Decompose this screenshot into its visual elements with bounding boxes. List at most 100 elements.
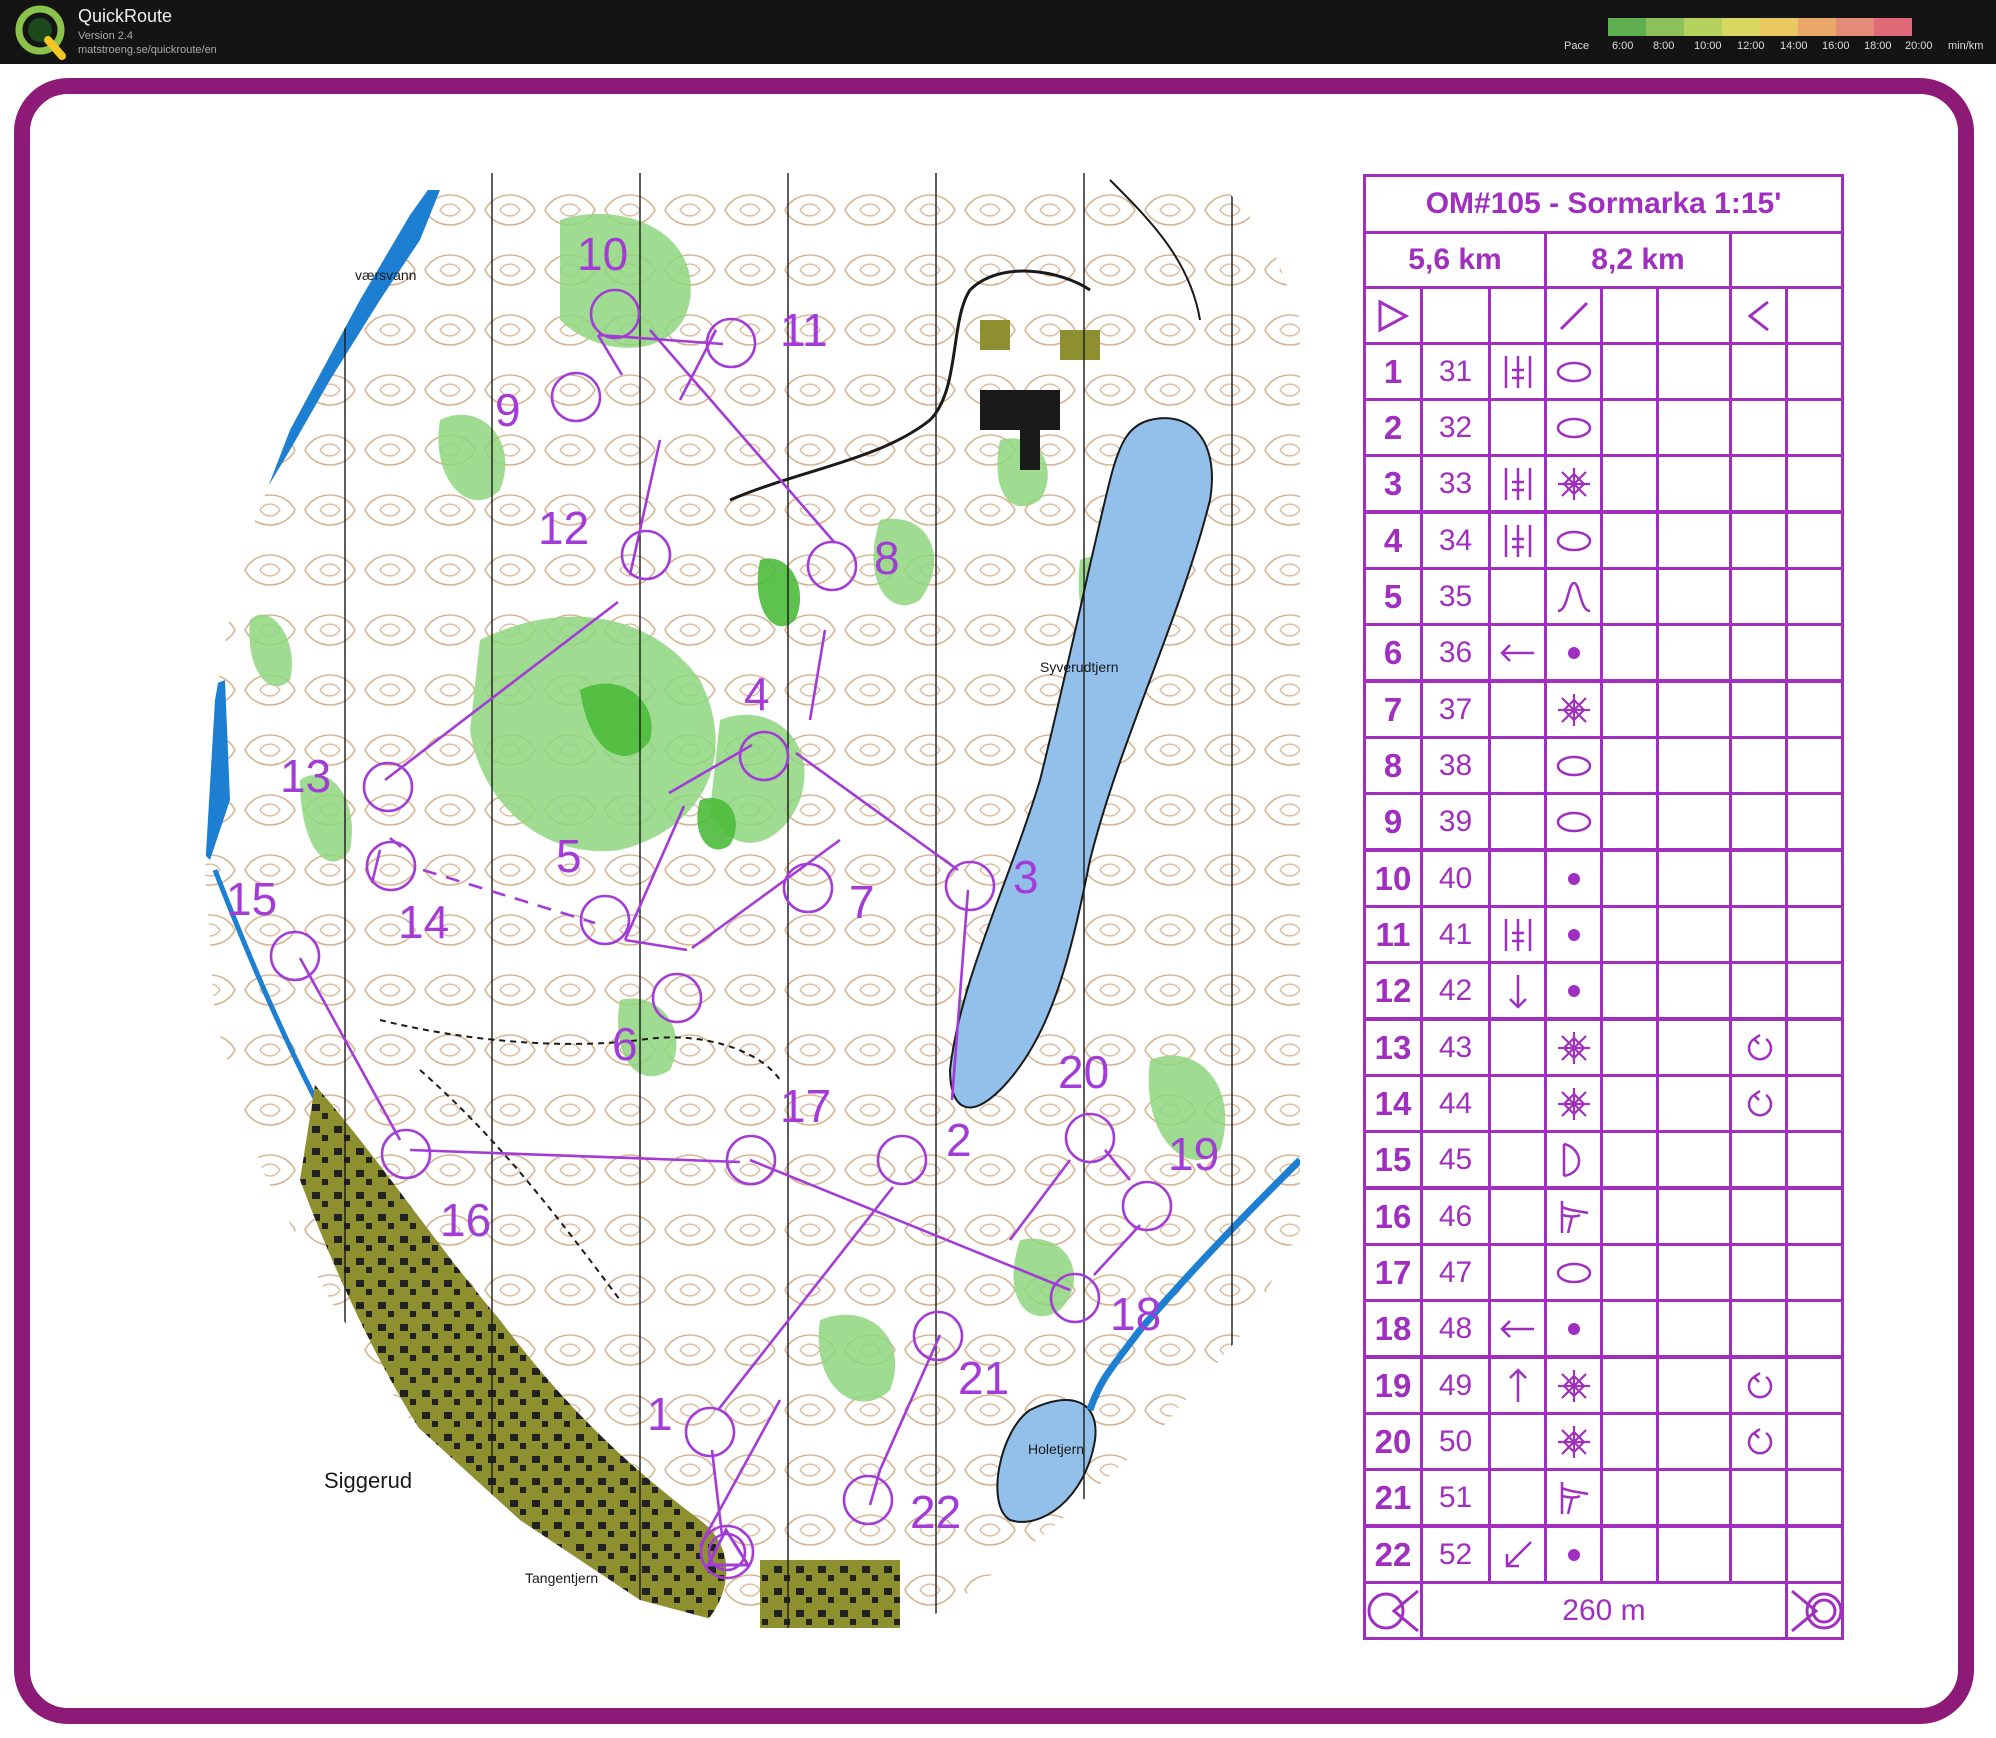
control-number-12: 12	[538, 502, 589, 554]
control-number: 15	[1363, 1130, 1423, 1190]
control-number: 1	[1363, 342, 1423, 401]
course-distance-route: 8,2 km	[1544, 231, 1732, 289]
control-row: 20 50	[1363, 1412, 1845, 1471]
control-code: 52	[1420, 1524, 1491, 1584]
boulder-icon	[1544, 905, 1603, 964]
course-distance-blank	[1728, 231, 1845, 289]
control-number: 9	[1363, 792, 1423, 852]
control-number-2: 2	[946, 1114, 972, 1166]
control-number-5: 5	[556, 830, 582, 882]
control-code: 48	[1420, 1299, 1491, 1359]
boulder-icon	[1544, 623, 1603, 683]
control-row: 7 37	[1363, 679, 1845, 739]
control-number-1: 1	[647, 1388, 673, 1440]
knoll-icon	[1544, 1243, 1603, 1302]
control-number: 7	[1363, 679, 1423, 739]
control-number: 3	[1363, 454, 1423, 514]
control-row: 14 44	[1363, 1074, 1845, 1133]
loop-icon	[1729, 1355, 1788, 1415]
knoll-icon	[1544, 398, 1603, 457]
control-number-15: 15	[226, 873, 277, 925]
control-code: 31	[1420, 342, 1491, 401]
finish-distance: 260 m	[1420, 1581, 1788, 1640]
control-row: 4 34	[1363, 510, 1845, 570]
control-number: 17	[1363, 1243, 1423, 1302]
place-name-holetjern: Holetjern	[1028, 1441, 1084, 1457]
between-features-icon	[1488, 905, 1547, 964]
control-code: 37	[1420, 679, 1491, 739]
place-name-siggerud: Siggerud	[324, 1468, 412, 1493]
control-number-17: 17	[780, 1080, 831, 1132]
control-number-10: 10	[577, 228, 628, 280]
control-number: 16	[1363, 1186, 1423, 1246]
control-number: 5	[1363, 567, 1423, 626]
boulder-icon	[1544, 1299, 1603, 1359]
control-number: 20	[1363, 1412, 1423, 1471]
thicket-icon	[1544, 1355, 1603, 1415]
control-row: 1 31	[1363, 342, 1845, 401]
thicket-icon	[1544, 454, 1603, 514]
control-number-20: 20	[1058, 1046, 1109, 1098]
control-row: 21 51	[1363, 1468, 1845, 1528]
thicket-icon	[1544, 679, 1603, 739]
start-row	[1363, 286, 1845, 345]
finish-double-circle-icon	[1784, 1581, 1845, 1640]
control-code: 46	[1420, 1186, 1491, 1246]
control-number: 12	[1363, 961, 1423, 1021]
control-row: 2 32	[1363, 398, 1845, 457]
control-code: 47	[1420, 1243, 1491, 1302]
control-code: 44	[1420, 1074, 1491, 1133]
place-name-lake-nw: værsvann	[355, 267, 416, 283]
control-row: 12 42	[1363, 961, 1845, 1021]
control-number-3: 3	[1013, 851, 1039, 903]
control-number-22: 22	[910, 1486, 961, 1538]
control-code: 51	[1420, 1468, 1491, 1528]
control-number-13: 13	[280, 750, 331, 802]
control-row: 11 41	[1363, 905, 1845, 964]
control-row: 9 39	[1363, 792, 1845, 852]
start-triangle-icon	[1363, 286, 1423, 345]
control-code: 40	[1420, 848, 1491, 908]
arrow-up-icon	[1488, 1355, 1547, 1415]
control-row: 19 49	[1363, 1355, 1845, 1415]
control-row: 6 36	[1363, 623, 1845, 683]
spur-icon	[1544, 1186, 1603, 1246]
arrow-down-left-icon	[1488, 1524, 1547, 1584]
boulder-icon	[1544, 961, 1603, 1021]
control-code: 49	[1420, 1355, 1491, 1415]
control-row: 22 52	[1363, 1524, 1845, 1584]
control-row: 17 47	[1363, 1243, 1845, 1302]
control-code: 32	[1420, 398, 1491, 457]
knoll-icon	[1544, 342, 1603, 401]
thicket-icon	[1544, 1017, 1603, 1077]
control-code: 33	[1420, 454, 1491, 514]
control-number-7: 7	[849, 876, 875, 928]
control-row: 8 38	[1363, 736, 1845, 795]
course-title: OM#105 - Sormarka 1:15'	[1362, 174, 1845, 234]
between-features-icon	[1488, 510, 1547, 570]
control-description-sheet: OM#105 - Sormarka 1:15' 5,6 km 8,2 km 1 …	[1362, 174, 1845, 1640]
knoll-icon	[1544, 510, 1603, 570]
control-number: 8	[1363, 736, 1423, 795]
spur-icon	[1544, 1468, 1603, 1528]
control-row: 16 46	[1363, 1186, 1845, 1246]
between-features-icon	[1488, 454, 1547, 514]
control-number-21: 21	[958, 1352, 1009, 1404]
control-code: 34	[1420, 510, 1491, 570]
hill-icon	[1544, 567, 1603, 626]
control-number-8: 8	[874, 532, 900, 584]
map-terrain	[205, 173, 1300, 1628]
control-number: 14	[1363, 1074, 1423, 1133]
control-row: 13 43	[1363, 1017, 1845, 1077]
place-name-tangentjern: Tangentjern	[525, 1570, 598, 1586]
control-number-11: 11	[780, 304, 828, 356]
boulder-icon	[1544, 1524, 1603, 1584]
control-row: 10 40	[1363, 848, 1845, 908]
control-code: 35	[1420, 567, 1491, 626]
finish-row: 260 m	[1363, 1581, 1845, 1640]
control-row: 15 45	[1363, 1130, 1845, 1190]
arrow-down-icon	[1488, 961, 1547, 1021]
control-number: 13	[1363, 1017, 1423, 1077]
loop-icon	[1729, 1074, 1788, 1133]
control-number: 4	[1363, 510, 1423, 570]
